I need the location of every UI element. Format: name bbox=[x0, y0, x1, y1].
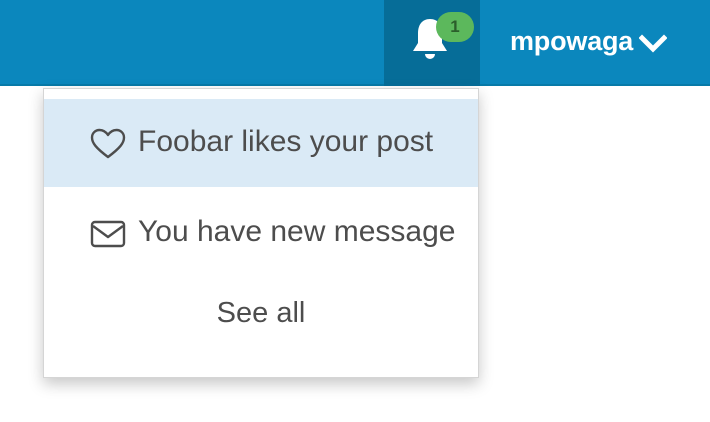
username-label: mpowaga bbox=[510, 26, 634, 56]
heart-icon bbox=[90, 128, 126, 159]
user-menu-toggle[interactable]: mpowaga bbox=[480, 0, 710, 86]
notifications-dropdown: Foobar likes your post You have new mess… bbox=[43, 88, 479, 378]
chevron-down-icon bbox=[639, 34, 667, 53]
see-all-link[interactable]: See all bbox=[44, 297, 478, 330]
envelope-icon bbox=[90, 220, 126, 248]
notification-item-label: Foobar likes your post bbox=[138, 125, 434, 158]
notification-item-like[interactable]: Foobar likes your post bbox=[44, 99, 478, 187]
notification-item-message[interactable]: You have new message bbox=[44, 189, 478, 277]
top-navbar: 1 mpowaga bbox=[0, 0, 710, 86]
notification-count-badge: 1 bbox=[436, 12, 474, 42]
notification-item-label: You have new message bbox=[138, 215, 456, 248]
